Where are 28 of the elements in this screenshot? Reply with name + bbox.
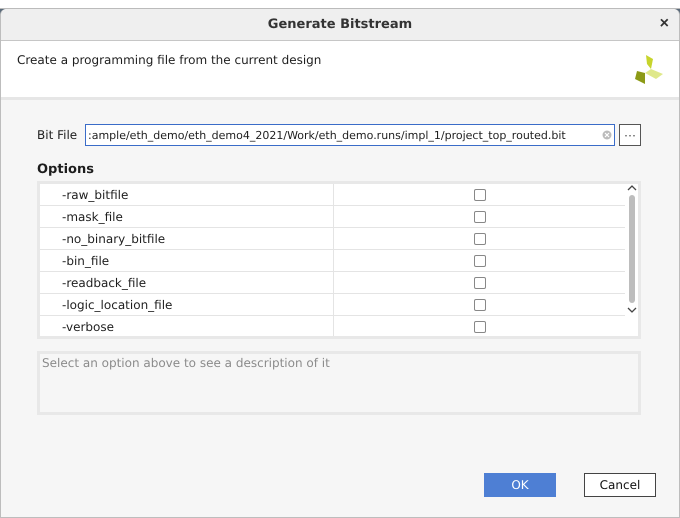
bit-file-label: Bit File <box>37 128 78 142</box>
checkbox[interactable] <box>474 276 486 288</box>
option-description-box: Select an option above to see a description of it <box>37 351 641 415</box>
bit-file-field[interactable]: :ample/eth_demo/eth_demo4_2021/Work/eth_demo.runs/impl_1/project_top_routed.bit <box>85 124 615 146</box>
ok-button[interactable]: OK <box>484 473 556 497</box>
close-button[interactable]: × <box>656 15 673 33</box>
clear-icon[interactable] <box>602 130 612 140</box>
checkbox[interactable] <box>474 232 486 244</box>
dialog-description: Create a programming file from the current design <box>17 53 322 69</box>
checkbox[interactable] <box>474 188 486 200</box>
logo-icon <box>633 53 665 85</box>
option-name: -verbose <box>40 316 334 336</box>
option-name: -readback_file <box>40 272 334 293</box>
checkbox[interactable] <box>474 254 486 266</box>
cancel-button[interactable]: Cancel <box>584 473 656 497</box>
option-name: -mask_file <box>40 206 334 227</box>
options-heading: Options <box>37 162 95 177</box>
window-title: Generate Bitstream <box>268 17 412 32</box>
checkbox[interactable] <box>474 320 486 332</box>
browse-button[interactable]: ··· <box>619 124 641 146</box>
option-name: -no_binary_bitfile <box>40 228 334 249</box>
option-name: -raw_bitfile <box>40 184 334 205</box>
option-name: -logic_location_file <box>40 294 334 315</box>
scroll-up-icon[interactable] <box>626 184 636 192</box>
checkbox[interactable] <box>474 298 486 310</box>
scroll-down-icon[interactable] <box>626 306 636 314</box>
checkbox[interactable] <box>474 210 486 222</box>
option-name: -bin_file <box>40 250 334 271</box>
